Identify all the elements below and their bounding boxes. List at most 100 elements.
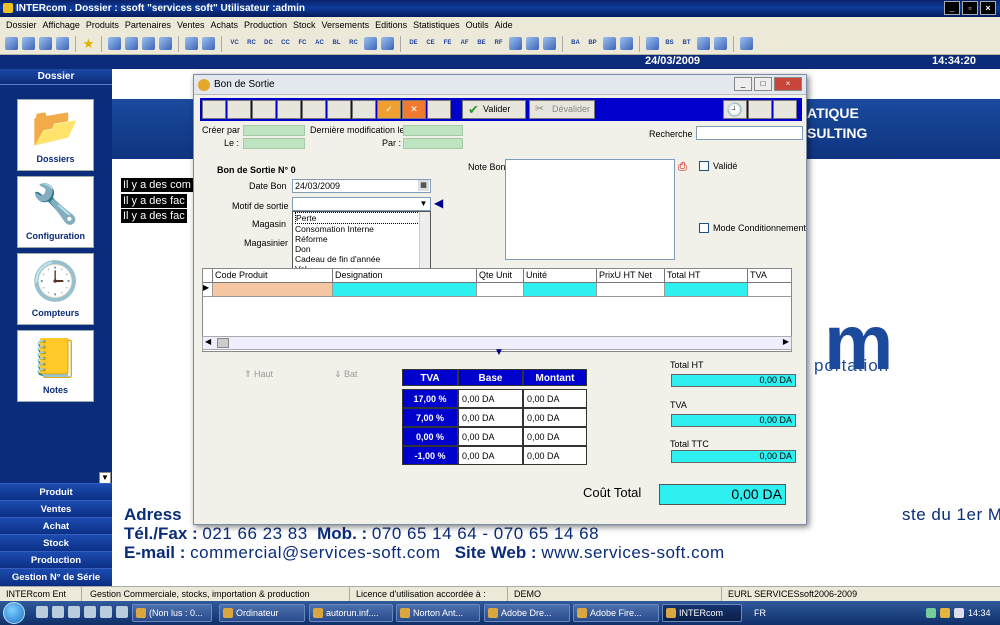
cancel-icon[interactable]: ✕ — [402, 100, 426, 119]
tb-bl[interactable]: BL — [329, 36, 344, 51]
tray-icon[interactable] — [926, 608, 936, 618]
minimize-button[interactable]: _ — [944, 1, 960, 15]
tb-be[interactable]: BE — [474, 36, 489, 51]
chevron-down-icon[interactable]: ▼ — [418, 198, 429, 209]
last-record-button[interactable] — [277, 100, 301, 119]
tb-af[interactable]: AF — [457, 36, 472, 51]
list-item[interactable]: Réforme — [295, 234, 430, 244]
refresh-button[interactable] — [427, 100, 451, 119]
list-scrollbar[interactable] — [419, 212, 430, 272]
sidebar-item-ventes[interactable]: Ventes — [0, 500, 112, 517]
menu-aide[interactable]: Aide — [492, 17, 516, 33]
dialog-close-button[interactable]: × — [774, 77, 802, 91]
globe-icon[interactable] — [56, 37, 69, 50]
next-record-button[interactable] — [252, 100, 276, 119]
sidebar-item-achat[interactable]: Achat — [0, 517, 112, 534]
menu-statistiques[interactable]: Statistiques — [410, 17, 463, 33]
sidebar-item-configuration[interactable]: 🔧 Configuration — [17, 176, 94, 248]
tb-fe[interactable]: FE — [440, 36, 455, 51]
box-icon[interactable] — [185, 37, 198, 50]
menu-production[interactable]: Production — [241, 17, 290, 33]
menu-affichage[interactable]: Affichage — [40, 17, 83, 33]
tb-rc[interactable]: RC — [244, 36, 259, 51]
exit-icon[interactable] — [740, 37, 753, 50]
column-header[interactable]: Code Produit — [213, 269, 333, 283]
cell-designation[interactable] — [333, 283, 477, 297]
star-icon[interactable]: ★ — [81, 36, 96, 51]
user-add-icon[interactable] — [125, 37, 138, 50]
print-icon[interactable] — [202, 37, 215, 50]
sidebar-item-notes[interactable]: 📒 Notes — [17, 330, 94, 402]
tb-de[interactable]: DE — [406, 36, 421, 51]
volume-icon[interactable] — [954, 608, 964, 618]
sales-icon[interactable] — [364, 37, 377, 50]
taskbar-task[interactable]: Norton Ant... — [396, 604, 480, 622]
delete-record-button[interactable] — [327, 100, 351, 119]
quicklaunch-icon[interactable] — [84, 606, 96, 618]
taskbar-task-active[interactable]: INTERcom — [662, 604, 742, 622]
purchase2-icon[interactable] — [526, 37, 539, 50]
attach-icon[interactable]: ⎙ — [678, 161, 687, 174]
open-icon[interactable] — [5, 37, 18, 50]
sales2-icon[interactable] — [381, 37, 394, 50]
haut-button[interactable]: ⇑ Haut — [244, 369, 273, 380]
date-bon-input[interactable]: 24/03/2009 ▦ — [292, 179, 431, 193]
cell-prix[interactable] — [597, 283, 665, 297]
menu-dossier[interactable]: Dossier — [3, 17, 40, 33]
tb-rc2[interactable]: RC — [346, 36, 361, 51]
column-header[interactable]: Designation — [333, 269, 477, 283]
alert-note[interactable]: Il y a des fac — [121, 194, 187, 208]
quicklaunch-icon[interactable] — [52, 606, 64, 618]
tb-ba[interactable]: BA — [568, 36, 583, 51]
tb-bs[interactable]: BS — [662, 36, 677, 51]
first-record-button[interactable] — [202, 100, 226, 119]
note-textarea[interactable] — [505, 159, 675, 260]
tb-dc[interactable]: DC — [261, 36, 276, 51]
devalider-button[interactable]: ✂ Dévalider — [529, 100, 595, 119]
tools-icon[interactable] — [22, 37, 35, 50]
cell-code-produit[interactable] — [213, 283, 333, 297]
column-header[interactable]: TVA — [748, 269, 791, 283]
menu-ventes[interactable]: Ventes — [174, 17, 208, 33]
stock2-icon[interactable] — [697, 37, 710, 50]
prod-icon[interactable] — [603, 37, 616, 50]
dialog-maximize-button[interactable]: □ — [754, 77, 772, 91]
sidebar-title[interactable]: Dossier — [0, 69, 112, 85]
cell-total-ht[interactable] — [665, 283, 748, 297]
column-header[interactable]: Unité — [524, 269, 597, 283]
quicklaunch-icon[interactable] — [100, 606, 112, 618]
prod2-icon[interactable] — [620, 37, 633, 50]
valider-button[interactable]: ✔ Valider — [462, 100, 526, 119]
stack-icon[interactable] — [159, 37, 172, 50]
taskbar-task[interactable]: (Non lus : 0... — [132, 604, 212, 622]
language-indicator[interactable]: FR — [754, 601, 766, 625]
tb-ac[interactable]: AC — [312, 36, 327, 51]
confirm-icon[interactable]: ✓ — [377, 100, 401, 119]
quicklaunch-icon[interactable] — [68, 606, 80, 618]
restore-button[interactable]: ▫ — [962, 1, 978, 15]
menu-stock[interactable]: Stock — [290, 17, 319, 33]
taskbar-task[interactable]: Ordinateur — [219, 604, 305, 622]
prev-record-button[interactable] — [227, 100, 251, 119]
menu-achats[interactable]: Achats — [207, 17, 241, 33]
taskbar-task[interactable]: Adobe Dre... — [484, 604, 570, 622]
list-item[interactable]: Consomation Interne — [295, 224, 430, 234]
sidebar-item-stock[interactable]: Stock — [0, 534, 112, 551]
list-item[interactable]: Perte — [295, 212, 430, 224]
dialog-minimize-button[interactable]: _ — [734, 77, 752, 91]
close-button[interactable]: × — [980, 1, 996, 15]
sidebar-item-production[interactable]: Production — [0, 551, 112, 568]
cell-qte[interactable] — [477, 283, 524, 297]
menu-versements[interactable]: Versements — [319, 17, 373, 33]
taskbar-task[interactable]: autorun.inf.... — [309, 604, 393, 622]
db-icon[interactable] — [142, 37, 155, 50]
column-header[interactable]: Qte Unit — [477, 269, 524, 283]
user-icon[interactable] — [108, 37, 121, 50]
column-header[interactable]: PrixU HT Net — [597, 269, 665, 283]
alert-note[interactable]: Il y a des fac — [121, 209, 187, 223]
purchase-icon[interactable] — [509, 37, 522, 50]
menu-produits[interactable]: Produits — [83, 17, 122, 33]
purchase3-icon[interactable] — [543, 37, 556, 50]
tb-cc[interactable]: CC — [278, 36, 293, 51]
sidebar-item-gestion-serie[interactable]: Gestion N° de Série — [0, 568, 112, 585]
